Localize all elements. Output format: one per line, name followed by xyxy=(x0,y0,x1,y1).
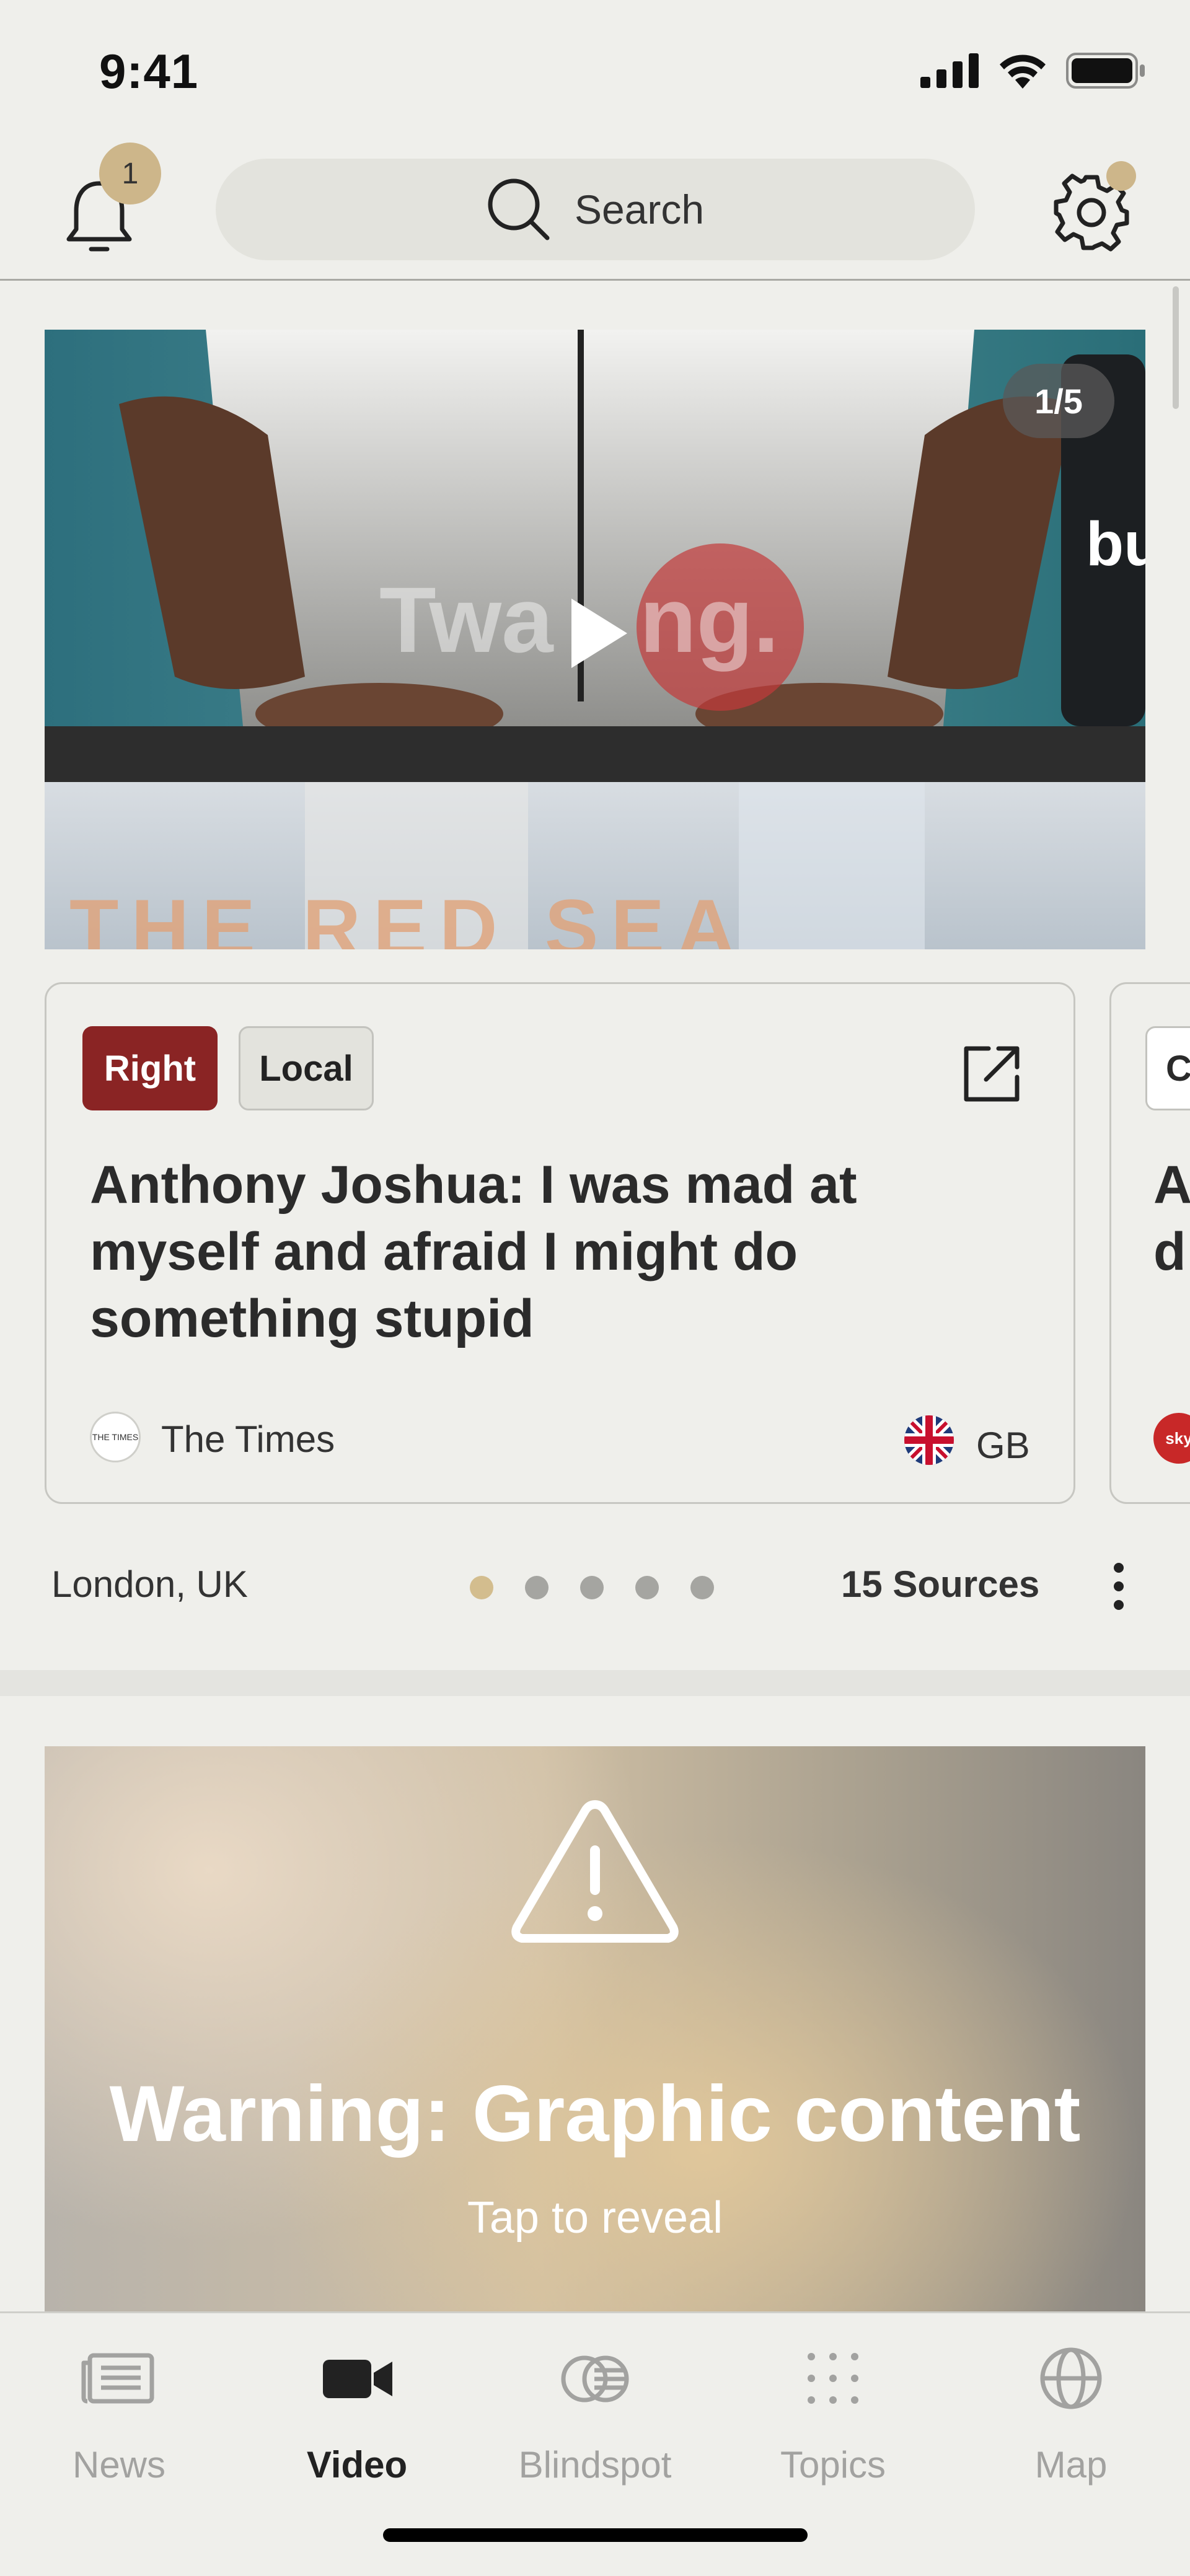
tab-blindspot[interactable]: Blindspot xyxy=(476,2338,714,2499)
tab-news[interactable]: News xyxy=(0,2338,238,2499)
svg-text:Twa: Twa xyxy=(379,568,554,672)
tab-label: News xyxy=(72,2444,166,2486)
scrollbar[interactable] xyxy=(1173,286,1179,409)
carousel-pagination[interactable] xyxy=(470,1576,714,1599)
story-location: London, UK xyxy=(51,1563,248,1605)
header-divider xyxy=(0,279,1190,281)
blindspot-icon xyxy=(561,2355,629,2402)
external-link-icon[interactable] xyxy=(958,1040,1026,1108)
article-headline[interactable]: Anthony Joshua: I was mad at myself and … xyxy=(90,1151,1032,1352)
next-card-tag[interactable]: C xyxy=(1145,1026,1190,1110)
media-counter: 1/5 xyxy=(1003,364,1114,438)
next-card-source-logo-text: sky xyxy=(1165,1428,1190,1448)
tab-label: Blindspot xyxy=(518,2444,672,2486)
search-bar[interactable]: Search xyxy=(216,159,975,260)
source-logo: THE TIMES xyxy=(90,1412,141,1462)
status-time: 9:41 xyxy=(99,44,199,99)
article-card[interactable]: Right Local Anthony Joshua: I was mad at… xyxy=(45,982,1075,1504)
sources-count[interactable]: 15 Sources xyxy=(841,1563,1039,1606)
source-name[interactable]: The Times xyxy=(161,1418,335,1461)
tab-label: Map xyxy=(1034,2444,1108,2486)
home-indicator[interactable] xyxy=(383,2528,808,2542)
svg-text:bu: bu xyxy=(1086,509,1145,579)
battery-icon xyxy=(1066,53,1145,89)
more-options-icon[interactable] xyxy=(1109,1562,1128,1611)
notification-badge: 1 xyxy=(99,143,161,204)
status-icons xyxy=(920,53,1147,89)
country-code: GB xyxy=(976,1425,1030,1466)
tab-label: Video xyxy=(306,2444,408,2486)
next-card-headline: A d xyxy=(1153,1151,1190,1285)
section-divider xyxy=(0,1670,1190,1696)
page-dot[interactable] xyxy=(580,1576,604,1599)
globe-icon xyxy=(1040,2347,1102,2409)
warning-triangle-icon xyxy=(511,1800,679,1943)
tab-map[interactable]: Map xyxy=(952,2338,1190,2499)
tab-topics[interactable]: Topics xyxy=(714,2338,952,2499)
next-article-card[interactable]: C A d sky xyxy=(1109,982,1190,1504)
grid-dots-icon xyxy=(808,2353,858,2404)
page-dot[interactable] xyxy=(690,1576,714,1599)
app-screen: 9:41 1 Search THE RED SEA bu Twa ng. 1/5… xyxy=(0,0,1190,2576)
news-icon xyxy=(81,2353,154,2404)
uk-flag-icon xyxy=(904,1415,954,1465)
wifi-icon xyxy=(1000,55,1046,89)
tab-video[interactable]: Video xyxy=(238,2338,476,2499)
cellular-signal-icon xyxy=(920,53,979,88)
settings-indicator-dot xyxy=(1106,161,1136,191)
next-card-headline-line: d xyxy=(1153,1222,1186,1281)
graphic-content-warning[interactable]: Warning: Graphic content Tap to reveal xyxy=(45,1746,1145,2366)
tab-label: Topics xyxy=(780,2444,886,2486)
search-icon xyxy=(488,178,550,240)
svg-text:THE RED SEA: THE RED SEA xyxy=(69,882,747,949)
search-label: Search xyxy=(574,187,705,232)
page-dot[interactable] xyxy=(470,1576,493,1599)
next-card-headline-line: A xyxy=(1153,1155,1190,1215)
video-camera-icon xyxy=(323,2360,392,2398)
video-thumbnail[interactable]: THE RED SEA bu Twa ng. 1/5 xyxy=(45,330,1145,949)
top-header: 1 Search xyxy=(0,143,1190,280)
warning-title: Warning: Graphic content xyxy=(109,2070,1081,2158)
next-card-source-logo: sky xyxy=(1153,1413,1190,1464)
svg-text:ng.: ng. xyxy=(640,568,779,672)
play-icon[interactable] xyxy=(565,596,633,670)
bias-tag-right[interactable]: Right xyxy=(82,1026,218,1110)
page-dot[interactable] xyxy=(525,1576,549,1599)
source-logo-text: THE TIMES xyxy=(92,1432,139,1442)
tap-to-reveal[interactable]: Tap to reveal xyxy=(45,2192,1145,2243)
page-dot[interactable] xyxy=(635,1576,659,1599)
tag-local[interactable]: Local xyxy=(239,1026,374,1110)
